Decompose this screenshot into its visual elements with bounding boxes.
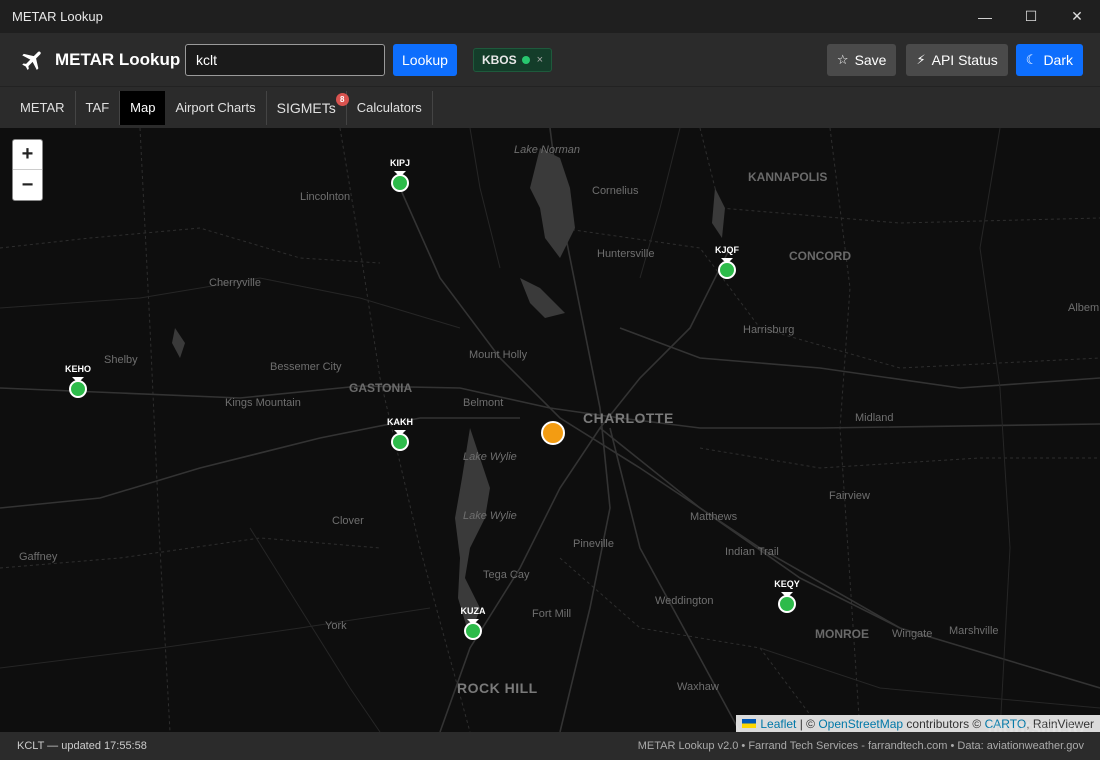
maximize-button[interactable]: ☐ xyxy=(1008,0,1054,33)
tab-metar[interactable]: METAR xyxy=(10,90,76,125)
map-view[interactable]: Lake Norman Lincolnton Cornelius KANNAPO… xyxy=(0,128,1100,732)
map-label: MONROE xyxy=(815,627,869,641)
api-status-label: API Status xyxy=(931,51,998,68)
tab-calculators[interactable]: Calculators xyxy=(347,90,433,125)
map-label: Harrisburg xyxy=(743,324,795,336)
tab-map[interactable]: Map xyxy=(120,90,166,125)
map-label: York xyxy=(325,620,347,632)
brand: METAR Lookup xyxy=(0,47,185,73)
map-label: Fort Mill xyxy=(532,608,572,620)
status-right: METAR Lookup v2.0 • Farrand Tech Service… xyxy=(637,740,1084,752)
station-code: KIPJ xyxy=(389,158,410,168)
tab-sigmets[interactable]: SIGMETs 8 xyxy=(267,90,349,125)
map-label: Cornelius xyxy=(592,185,639,197)
map-label: Tega Cay xyxy=(483,569,530,581)
vfr-dot-icon xyxy=(718,261,736,279)
zoom-in-button[interactable]: + xyxy=(13,140,42,170)
zoom-control: + − xyxy=(12,139,43,201)
theme-label: Dark xyxy=(1043,51,1073,68)
minimize-button[interactable]: — xyxy=(962,0,1008,33)
map-label: Gaffney xyxy=(19,551,58,563)
station-code: KAKH xyxy=(387,417,413,427)
status-left: KCLT — updated 17:55:58 xyxy=(17,740,147,752)
theme-toggle-button[interactable]: ☾ Dark xyxy=(1015,43,1083,76)
status-bar: KCLT — updated 17:55:58 METAR Lookup v2.… xyxy=(0,732,1100,760)
lookup-button[interactable]: Lookup xyxy=(393,43,457,76)
save-button[interactable]: ☆ Save xyxy=(826,43,897,76)
watermark-logo: flightsim.to xyxy=(987,718,1084,732)
status-dot-icon xyxy=(521,55,530,64)
map-label: Fairview xyxy=(829,490,870,502)
station-code: KEHO xyxy=(64,364,91,374)
window-titlebar: METAR Lookup — ☐ ✕ xyxy=(0,0,1100,33)
map-label: Lake Wylie xyxy=(463,451,517,463)
window-title: METAR Lookup xyxy=(12,9,103,24)
map-label: Mount Holly xyxy=(469,349,528,361)
map-label: Clover xyxy=(332,515,364,527)
map-label: KANNAPOLIS xyxy=(748,170,828,184)
map-label: Lake Wylie xyxy=(463,510,517,522)
station-code: KEQY xyxy=(774,579,800,589)
station-marker[interactable]: KJQF xyxy=(697,245,757,285)
map-label: Kings Mountain xyxy=(225,397,301,409)
map-label: Bessemer City xyxy=(270,361,342,373)
ukraine-flag-icon xyxy=(742,719,757,728)
map-label: Shelby xyxy=(104,354,138,366)
attribution-contrib: contributors © xyxy=(903,716,985,731)
moon-icon: ☾ xyxy=(1025,51,1038,67)
tab-sigmets-label: SIGMETs xyxy=(276,99,336,116)
icao-search-input[interactable] xyxy=(185,43,385,76)
map-label: Waxhaw xyxy=(677,681,719,693)
map-label: Weddington xyxy=(655,595,714,607)
map-label: Indian Trail xyxy=(725,546,779,558)
save-label: Save xyxy=(854,51,887,68)
map-label: Wingate xyxy=(892,628,933,640)
vfr-dot-icon xyxy=(778,595,796,613)
map-label: ROCK HILL xyxy=(457,680,538,696)
map-label: Albem xyxy=(1068,302,1100,314)
map-label: Midland xyxy=(855,412,894,424)
vfr-dot-icon xyxy=(69,380,87,398)
osm-link[interactable]: OpenStreetMap xyxy=(818,717,903,731)
map-label: Belmont xyxy=(463,397,504,409)
chip-label: KBOS xyxy=(481,52,517,67)
api-status-button[interactable]: ⚡ API Status xyxy=(906,43,1008,76)
vfr-dot-icon xyxy=(464,622,482,640)
station-code: KJQF xyxy=(714,245,739,255)
recent-station-chip[interactable]: KBOS × xyxy=(472,47,553,72)
map-label: Matthews xyxy=(690,511,738,523)
station-marker[interactable]: KEHO xyxy=(48,364,108,404)
map-label: Cherryville xyxy=(209,277,261,289)
zoom-out-button[interactable]: − xyxy=(13,170,42,200)
app-name: METAR Lookup xyxy=(55,49,181,69)
station-marker[interactable]: KIPJ xyxy=(370,158,430,198)
map-label: Pineville xyxy=(573,538,614,550)
map-label: CHARLOTTE xyxy=(583,410,674,426)
station-marker[interactable]: KUZA xyxy=(443,606,503,646)
map-label: Lake Norman xyxy=(514,144,581,156)
tab-airport-charts[interactable]: Airport Charts xyxy=(165,90,267,125)
vfr-dot-icon xyxy=(391,174,409,192)
station-marker[interactable]: KEQY xyxy=(757,579,817,619)
station-code: KUZA xyxy=(460,606,486,616)
leaflet-link[interactable]: Leaflet xyxy=(760,717,796,731)
attribution-sep: | © xyxy=(796,716,819,731)
lightning-icon: ⚡ xyxy=(916,51,926,67)
vfr-dot-icon xyxy=(391,433,409,451)
map-label: Marshville xyxy=(949,625,999,637)
map-label: GASTONIA xyxy=(349,381,413,395)
app-header: METAR Lookup Lookup KBOS × ☆ Save ⚡ API … xyxy=(0,33,1100,86)
station-marker[interactable]: KAKH xyxy=(370,417,430,457)
tab-bar: METAR TAF Map Airport Charts SIGMETs 8 C… xyxy=(0,86,1100,128)
airplane-icon xyxy=(22,50,41,70)
map-label: Huntersville xyxy=(597,248,655,260)
chip-remove-icon[interactable]: × xyxy=(537,54,543,66)
map-label: Lincolnton xyxy=(300,191,351,203)
tab-taf[interactable]: TAF xyxy=(76,90,121,125)
map-label: CONCORD xyxy=(789,249,851,263)
selected-airport-marker[interactable] xyxy=(541,421,565,445)
close-window-button[interactable]: ✕ xyxy=(1054,0,1100,33)
star-icon: ☆ xyxy=(836,51,849,67)
